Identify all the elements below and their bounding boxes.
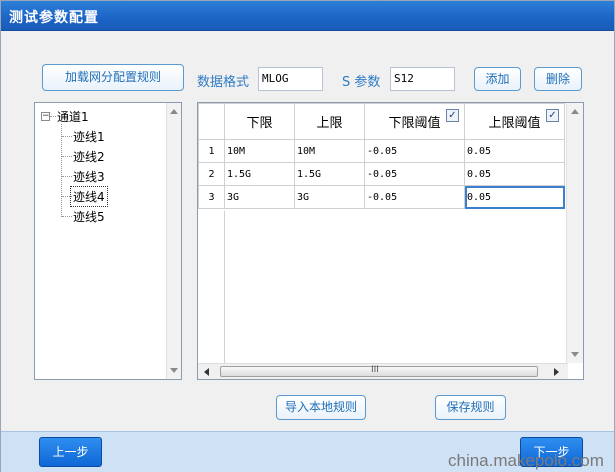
- scroll-right-icon[interactable]: [554, 368, 559, 376]
- lower-threshold-checkbox-icon[interactable]: ✓: [446, 109, 459, 122]
- grid-header-row: 下限 上限 下限阈值 ✓ 上限阈值 ✓: [198, 103, 565, 140]
- tree-branch-line: [62, 176, 72, 177]
- grid-horizontal-scrollbar[interactable]: III: [198, 363, 568, 379]
- tree-item-trace4[interactable]: 迹线4: [70, 186, 108, 207]
- table-row[interactable]: 1 10M 10M -0.05 0.05: [198, 139, 565, 163]
- scroll-left-icon[interactable]: [204, 368, 209, 376]
- grid-vertical-scrollbar[interactable]: [566, 103, 583, 363]
- cell-lower-threshold[interactable]: -0.05: [364, 162, 465, 186]
- table-row[interactable]: 2 1.5G 1.5G -0.05 0.05: [198, 162, 565, 186]
- col-header-lower-threshold[interactable]: 下限阈值 ✓: [364, 103, 465, 140]
- watermark-text: china.makepolo.com: [448, 451, 604, 470]
- scroll-up-icon[interactable]: [571, 109, 579, 114]
- cell-upper[interactable]: 1.5G: [294, 162, 365, 186]
- col-header-lower-threshold-label: 下限阈值: [388, 116, 441, 131]
- cell-lower-threshold[interactable]: -0.05: [364, 185, 465, 209]
- cell-lower[interactable]: 1.5G: [224, 162, 295, 186]
- cell-lower[interactable]: 10M: [224, 139, 295, 163]
- s-param-label: S 参数: [342, 75, 381, 90]
- col-header-lower[interactable]: 下限: [224, 103, 295, 140]
- cell-upper-threshold-selected[interactable]: 0.05: [464, 185, 565, 209]
- col-header-upper[interactable]: 上限: [294, 103, 365, 140]
- prev-step-button[interactable]: 上一步: [39, 437, 102, 467]
- cell-upper[interactable]: 3G: [294, 185, 365, 209]
- s-param-field[interactable]: S12: [390, 67, 455, 91]
- cell-upper[interactable]: 10M: [294, 139, 365, 163]
- data-format-field[interactable]: MLOG: [258, 67, 323, 91]
- threshold-table: 下限 上限 下限阈值 ✓ 上限阈值 ✓ 1 10M 10M -0.05 0.05 2…: [198, 103, 565, 209]
- tree-item-trace3[interactable]: 迹线3: [73, 168, 105, 185]
- cell-lower[interactable]: 3G: [224, 185, 295, 209]
- col-header-upper-threshold[interactable]: 上限阈值 ✓: [464, 103, 565, 140]
- row-number: 2: [198, 162, 225, 186]
- config-window: 测试参数配置 加载网分配置规则 数据格式 MLOG S 参数 S12 添加 删除…: [0, 0, 615, 472]
- scroll-down-icon[interactable]: [571, 352, 579, 357]
- load-rules-button[interactable]: 加载网分配置规则: [42, 64, 184, 91]
- scroll-up-icon[interactable]: [170, 109, 178, 114]
- tree-item-trace1[interactable]: 迹线1: [73, 128, 105, 145]
- row-number: 1: [198, 139, 225, 163]
- import-local-rules-button[interactable]: 导入本地规则: [276, 395, 366, 420]
- upper-threshold-checkbox-icon[interactable]: ✓: [546, 109, 559, 122]
- cell-upper-threshold[interactable]: 0.05: [464, 139, 565, 163]
- row-number: 3: [198, 185, 225, 209]
- tree-branch-line: [62, 156, 72, 157]
- tree-branch-line: [62, 216, 72, 217]
- trace-tree[interactable]: − 通道1 迹线1 迹线2 迹线3 迹线4 迹线5: [34, 102, 182, 380]
- horizontal-scroll-thumb[interactable]: III: [220, 365, 538, 377]
- data-format-label: 数据格式: [197, 75, 250, 90]
- tree-item-trace5[interactable]: 迹线5: [73, 208, 105, 225]
- tree-vertical-line: [61, 124, 62, 217]
- row-header-column: [198, 211, 225, 363]
- tree-item-trace2[interactable]: 迹线2: [73, 148, 105, 165]
- threshold-grid[interactable]: 下限 上限 下限阈值 ✓ 上限阈值 ✓ 1 10M 10M -0.05 0.05 2…: [197, 102, 584, 380]
- tree-vertical-scrollbar[interactable]: [166, 103, 181, 379]
- delete-button[interactable]: 删除: [534, 67, 582, 91]
- collapse-icon[interactable]: −: [41, 112, 50, 121]
- grid-corner-cell: [198, 103, 225, 140]
- cell-upper-threshold[interactable]: 0.05: [464, 162, 565, 186]
- cell-lower-threshold[interactable]: -0.05: [364, 139, 465, 163]
- tree-root-channel[interactable]: 通道1: [57, 108, 89, 125]
- scroll-grip: III: [371, 365, 379, 375]
- col-header-upper-threshold-label: 上限阈值: [488, 116, 541, 131]
- title-bar: 测试参数配置: [1, 1, 614, 31]
- scroll-down-icon[interactable]: [170, 368, 178, 373]
- save-rules-button[interactable]: 保存规则: [435, 395, 506, 420]
- tree-connector: [50, 116, 56, 117]
- add-button[interactable]: 添加: [474, 67, 521, 91]
- window-title: 测试参数配置: [9, 10, 99, 26]
- table-row[interactable]: 3 3G 3G -0.05 0.05: [198, 185, 565, 209]
- tree-branch-line: [62, 136, 72, 137]
